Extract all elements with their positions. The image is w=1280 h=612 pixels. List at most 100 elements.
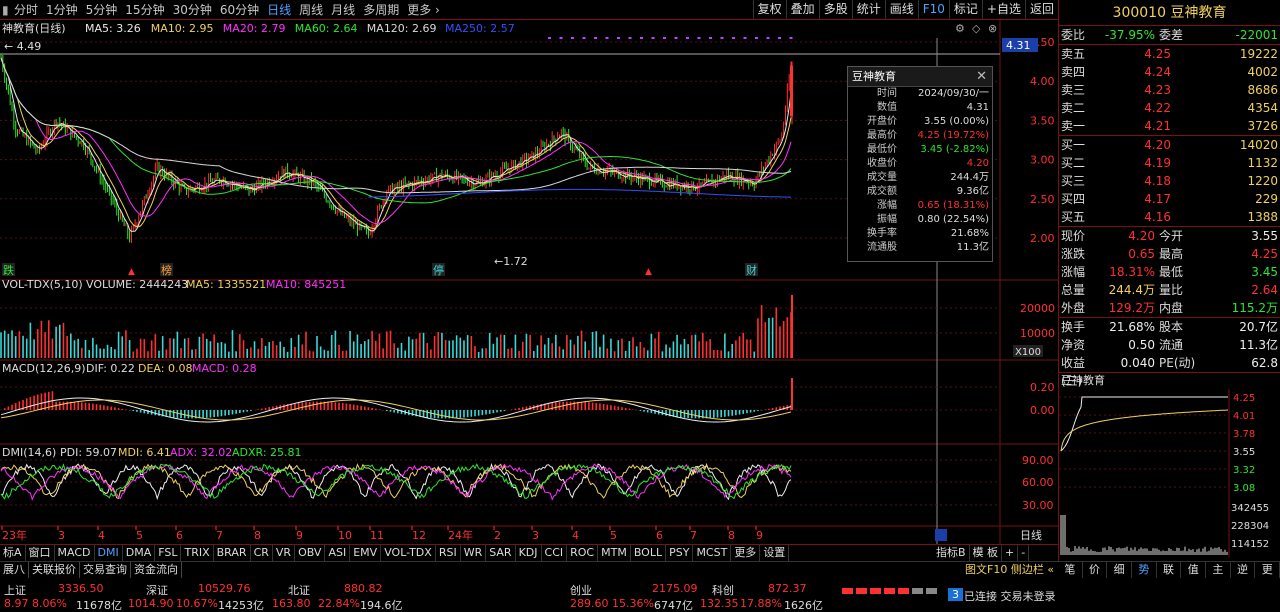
- indicator-tab-2[interactable]: MACD: [55, 545, 95, 561]
- period-tab-4[interactable]: 30分钟: [169, 1, 216, 18]
- indicator-tab-7[interactable]: BRAR: [214, 545, 251, 561]
- period-tab-8[interactable]: 月线: [327, 1, 359, 18]
- toolbar-button-6[interactable]: 标记: [948, 0, 982, 19]
- side-tab-6[interactable]: 主: [1206, 562, 1231, 578]
- indicator-tab-15[interactable]: WR: [461, 545, 487, 561]
- side-tab-7[interactable]: 逆: [1231, 562, 1256, 578]
- index-cell: 14253亿: [218, 599, 264, 612]
- popup-value: 4.31: [966, 102, 989, 113]
- bottom-tab-0[interactable]: 展八: [0, 562, 29, 578]
- event-marker-0[interactable]: 跌: [3, 263, 14, 277]
- indicator-tab-9[interactable]: VR: [273, 545, 296, 561]
- event-marker-3[interactable]: 财: [746, 263, 757, 277]
- indicator-tab-16[interactable]: SAR: [486, 545, 516, 561]
- ask-row: 卖一 4.21 3726: [1059, 117, 1280, 135]
- indicator-tab-25[interactable]: 设置: [760, 545, 790, 561]
- indicator-tab-5[interactable]: FSL: [155, 545, 182, 561]
- indicator-tab-24[interactable]: 更多: [731, 545, 761, 561]
- toolbar-button-1[interactable]: 叠加: [785, 0, 819, 19]
- chart-type-icon[interactable]: ▮: [0, 3, 10, 17]
- event-marker-2[interactable]: 停: [433, 263, 444, 277]
- toolbar-button-8[interactable]: 返回: [1024, 0, 1058, 19]
- indicator-tab-1[interactable]: 窗口: [26, 545, 55, 561]
- indicator-right-button-0[interactable]: 指标B: [933, 545, 970, 561]
- mini-price-tick: 3.78: [1233, 429, 1255, 440]
- market-strength-block: [898, 588, 909, 594]
- quote-label: 买二: [1061, 156, 1086, 170]
- toolbar-button-0[interactable]: 复权: [752, 0, 786, 19]
- indicator-right-button-1[interactable]: 模 板: [970, 545, 1003, 561]
- bottom-tab-3[interactable]: 资金流向: [131, 562, 182, 578]
- side-tab-2[interactable]: 细: [1107, 562, 1133, 578]
- indicator-tab-6[interactable]: TRIX: [181, 545, 214, 561]
- indicator-tab-20[interactable]: MTM: [598, 545, 631, 561]
- close-panel-icon[interactable]: ⊗: [988, 22, 997, 35]
- side-tab-4[interactable]: 联: [1157, 562, 1182, 578]
- indicator-tab-12[interactable]: EMV: [350, 545, 382, 561]
- bottom-tab-1[interactable]: 关联报价: [29, 562, 80, 578]
- mini-chart-title: 豆神教育: [1061, 374, 1105, 387]
- side-tab-8[interactable]: 更: [1255, 562, 1280, 578]
- close-icon[interactable]: ✕: [976, 67, 987, 87]
- stat-label: 总量: [1061, 283, 1086, 297]
- toolbar-button-2[interactable]: 多股: [818, 0, 852, 19]
- market-strength-block: [856, 588, 867, 594]
- f10-sidebar-toggle[interactable]: 图文F10 侧边栏 «: [962, 562, 1057, 578]
- mini-vol-tick: 342455: [1231, 503, 1269, 514]
- period-tab-7[interactable]: 周线: [295, 1, 327, 18]
- toolbar-button-5[interactable]: F10: [917, 0, 949, 19]
- index-cell: 880.82: [344, 582, 383, 595]
- stat-label: 收益(三): [1061, 356, 1086, 388]
- connection-status: 已连接 交易未登录: [964, 590, 1056, 603]
- x-axis-label: 12: [412, 529, 426, 542]
- indicator-tab-22[interactable]: PSY: [666, 545, 694, 561]
- period-tab-1[interactable]: 1分钟: [42, 1, 82, 18]
- period-tab-5[interactable]: 60分钟: [216, 1, 263, 18]
- popup-value: 2024/09/30/一: [917, 88, 989, 99]
- toolbar-button-4[interactable]: 画线: [884, 0, 918, 19]
- indicator-tab-11[interactable]: ASI: [325, 545, 351, 561]
- indicator-tab-10[interactable]: OBV: [295, 545, 326, 561]
- indicator-tab-17[interactable]: KDJ: [516, 545, 542, 561]
- indicator-tab-3[interactable]: DMI: [95, 545, 123, 561]
- period-tab-6[interactable]: 日线: [263, 1, 295, 18]
- indicator-tab-13[interactable]: VOL-TDX: [381, 545, 436, 561]
- popup-key: 成交额: [867, 186, 897, 197]
- side-tab-1[interactable]: 价: [1083, 562, 1108, 578]
- indicator-tab-0[interactable]: 标A: [0, 545, 26, 561]
- svg-text:▲: ▲: [128, 267, 135, 277]
- toolbar-button-7[interactable]: +自选: [981, 0, 1025, 19]
- indicator-tab-14[interactable]: RSI: [436, 545, 461, 561]
- side-tab-0[interactable]: 笔: [1058, 562, 1083, 578]
- x-axis-label: 9: [296, 529, 303, 542]
- dmi-tick: 90.00: [1022, 454, 1054, 467]
- period-tab-2[interactable]: 5分钟: [82, 1, 122, 18]
- intraday-mini-chart[interactable]: 4.25 4.01 3.78 3.55 3.32 3.08 342455 228304 1141…: [1059, 389, 1280, 557]
- svg-text:▲: ▲: [645, 267, 652, 277]
- quote-volume: 19222: [1239, 47, 1278, 61]
- indicator-tab-19[interactable]: ROC: [567, 545, 599, 561]
- period-tab-9[interactable]: 多周期: [359, 1, 403, 18]
- index-cell: 872.37: [768, 582, 807, 595]
- settings-gear-icon[interactable]: ⚙: [955, 22, 965, 35]
- event-marker-1[interactable]: 榜: [161, 263, 172, 277]
- period-tab-3[interactable]: 15分钟: [121, 1, 168, 18]
- quote-price: 4.23: [1144, 83, 1171, 97]
- toolbar-button-3[interactable]: 统计: [851, 0, 885, 19]
- period-tab-10[interactable]: 更多 ›: [403, 1, 444, 18]
- indicator-right-button-2[interactable]: +: [1002, 545, 1019, 561]
- indicator-tab-8[interactable]: CR: [251, 545, 273, 561]
- expand-icon[interactable]: ◇: [972, 22, 981, 35]
- indicator-tab-4[interactable]: DMA: [123, 545, 156, 561]
- indicator-tab-23[interactable]: MCST: [693, 545, 732, 561]
- side-tab-5[interactable]: 值: [1181, 562, 1207, 578]
- indicator-tab-18[interactable]: CCI: [542, 545, 568, 561]
- period-tab-0[interactable]: 分时: [10, 1, 42, 18]
- stock-title[interactable]: 300010 豆神教育: [1059, 0, 1280, 26]
- bottom-tab-2[interactable]: 交易查询: [80, 562, 131, 578]
- indicator-tab-21[interactable]: BOLL: [631, 545, 667, 561]
- side-tab-3[interactable]: 势: [1132, 562, 1157, 578]
- popup-row: 成交量 244.4万: [848, 171, 992, 185]
- indicator-right-button-3[interactable]: -: [1018, 545, 1030, 561]
- dmi-tick: 60.00: [1022, 476, 1054, 489]
